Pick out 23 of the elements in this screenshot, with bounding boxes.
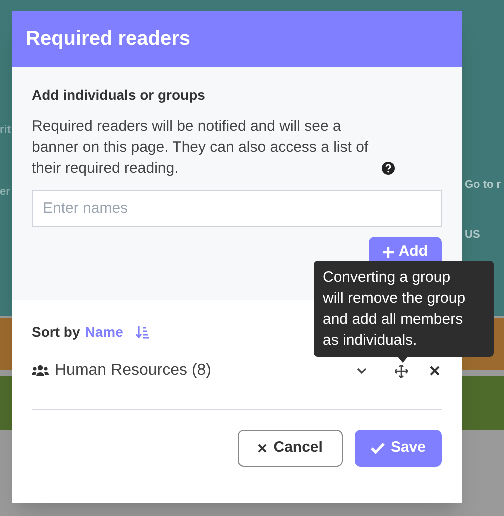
background-text: rit <box>0 123 11 137</box>
sort-field-link[interactable]: Name <box>85 322 124 343</box>
background-text: Go to r <box>465 178 502 192</box>
tooltip-text: Converting a group will remove the group and add all members as individuals. <box>323 268 467 351</box>
close-icon[interactable] <box>430 366 440 376</box>
section-heading: Add individuals or groups <box>32 86 206 105</box>
sort-icon[interactable] <box>136 326 150 339</box>
people-icon <box>32 365 49 377</box>
chevron-down-icon[interactable] <box>357 368 367 374</box>
cancel-button[interactable]: Cancel <box>238 430 343 467</box>
help-icon[interactable] <box>382 162 395 175</box>
dialog-title: Required readers <box>26 27 191 52</box>
description-text: Required readers will be notified and will see a banner on this page. They can also access a list of their required reading. <box>32 117 370 179</box>
background-text: er <box>0 185 11 199</box>
close-icon <box>258 444 267 453</box>
save-button[interactable]: Save <box>354 430 442 467</box>
plus-icon <box>382 246 394 258</box>
check-icon <box>370 443 385 454</box>
background-text: US <box>465 228 482 242</box>
group-name: Human Resources (8) <box>55 361 212 381</box>
names-input[interactable]: Enter names <box>32 190 442 227</box>
move-arrows-icon[interactable] <box>395 364 408 378</box>
sort-label: Sort by <box>32 323 80 342</box>
